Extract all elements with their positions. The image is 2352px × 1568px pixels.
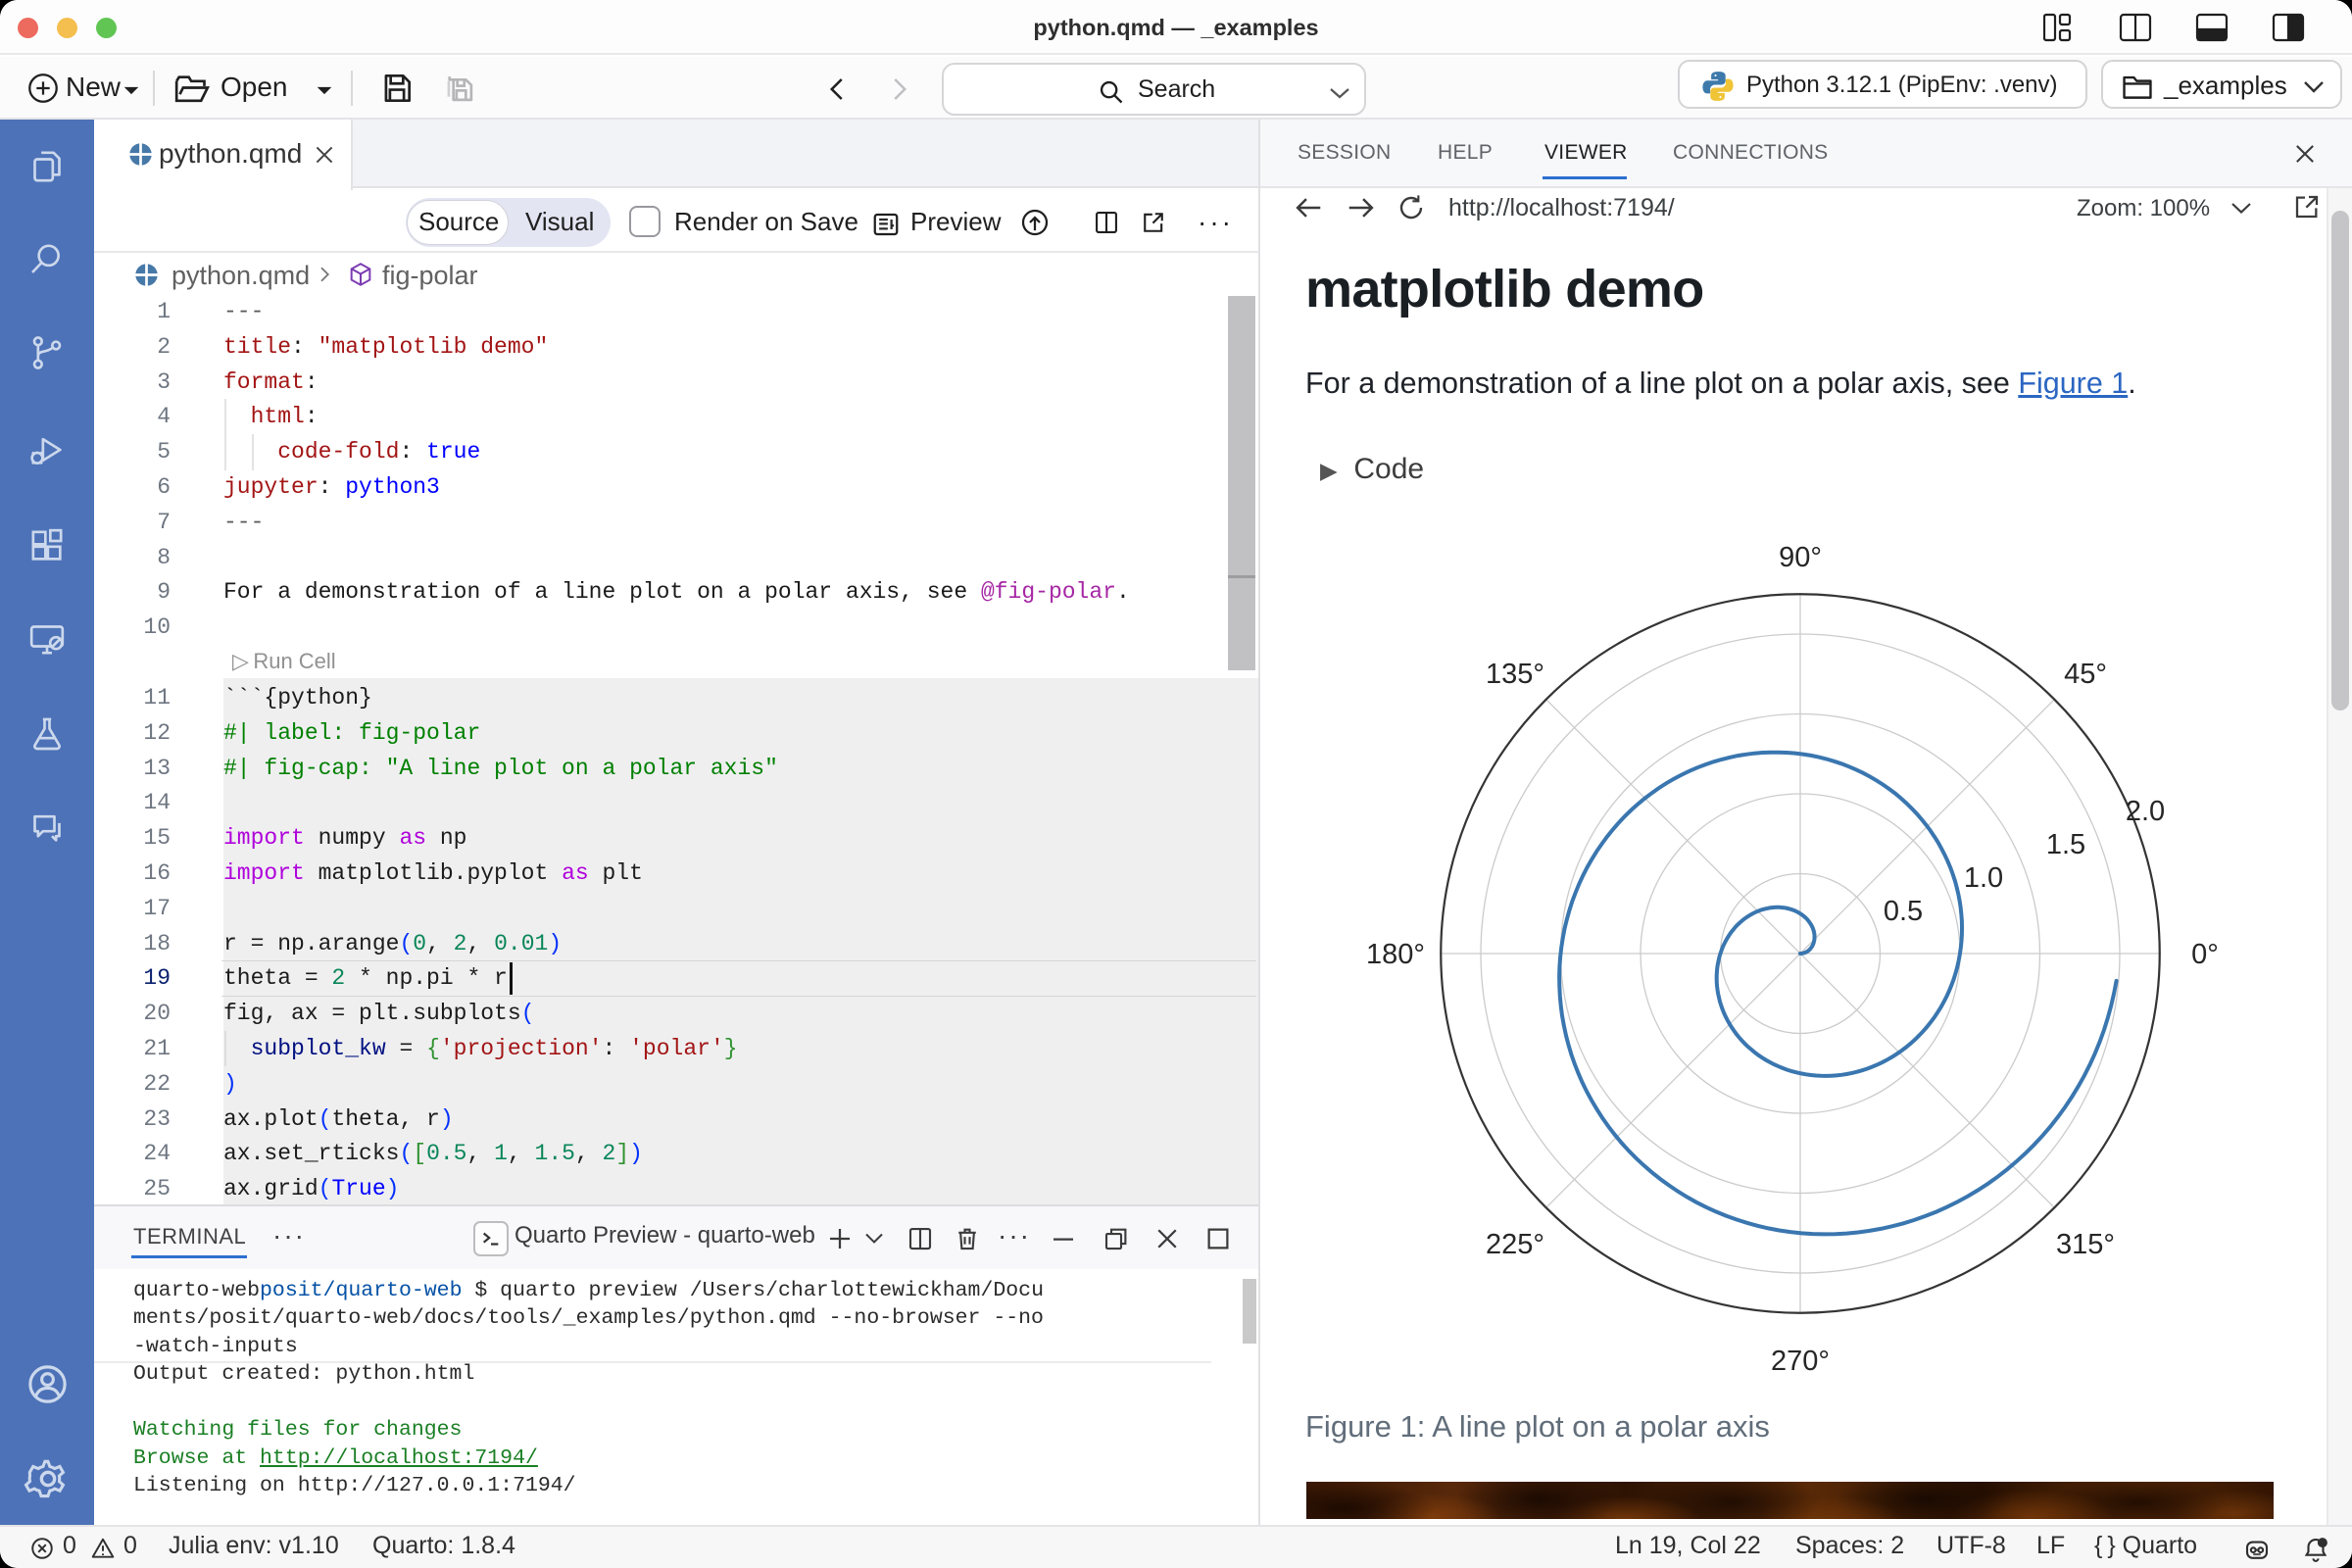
svg-text:1.0: 1.0 xyxy=(1964,862,2003,894)
svg-text:0.5: 0.5 xyxy=(1884,896,1923,927)
svg-text:225°: 225° xyxy=(1486,1229,1544,1260)
svg-text:45°: 45° xyxy=(2064,659,2107,690)
svg-text:2.0: 2.0 xyxy=(2126,796,2165,827)
svg-text:0°: 0° xyxy=(2191,939,2219,970)
svg-text:270°: 270° xyxy=(1771,1346,1830,1377)
svg-text:135°: 135° xyxy=(1486,659,1544,690)
svg-text:1.5: 1.5 xyxy=(2046,829,2085,860)
svg-text:315°: 315° xyxy=(2056,1229,2115,1260)
svg-text:180°: 180° xyxy=(1366,939,1425,970)
svg-text:90°: 90° xyxy=(1779,542,1822,573)
